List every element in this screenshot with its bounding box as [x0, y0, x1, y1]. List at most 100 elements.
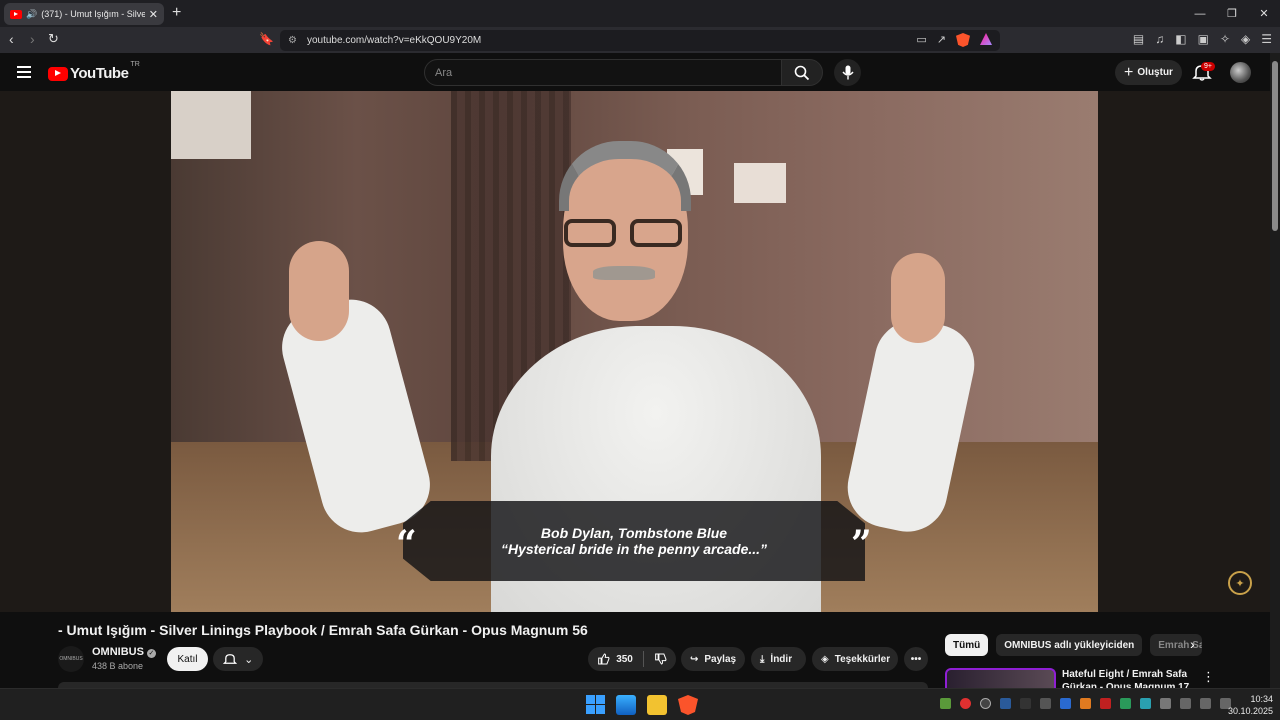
browser-toolbar: ‹ › ↻ 🔖 ⚙ youtube.com/watch?v=eKkQOU9Y20… — [0, 27, 1280, 53]
reload-button[interactable]: ↻ — [48, 31, 59, 47]
browser-tab[interactable]: 🔊 (371) - Umut Işığım - Silver L ✕ — [4, 3, 164, 25]
account-avatar[interactable] — [1230, 62, 1251, 83]
clock-date: 30.10.2025 — [1228, 706, 1274, 716]
thumbs-down-icon[interactable] — [654, 652, 667, 666]
search-input[interactable]: Ara — [424, 59, 782, 86]
tray-volume-icon[interactable] — [1200, 698, 1211, 709]
reader-mode-icon[interactable]: ▤ — [1133, 32, 1144, 46]
close-window-button[interactable]: ✕ — [1248, 0, 1280, 27]
chip-all[interactable]: Tümü — [945, 634, 989, 656]
share-arrow-icon: ↪ — [690, 653, 699, 665]
youtube-wordmark: YouTube — [70, 65, 129, 82]
window-controls: — ❐ ✕ — [1184, 0, 1280, 27]
youtube-header: YouTube TR Ara + Oluştur 9+ — [0, 53, 1270, 91]
share-icon[interactable]: ↗ — [937, 33, 946, 47]
thanks-icon: ◈ — [821, 653, 829, 665]
tray-antivirus-icon[interactable] — [1100, 698, 1111, 709]
channel-avatar[interactable]: OMNIBUS — [58, 646, 84, 672]
media-icon[interactable]: ♫ — [1155, 32, 1164, 46]
wallet-icon[interactable]: ▣ — [1198, 32, 1209, 46]
bell-icon — [222, 654, 237, 664]
chevron-right-icon[interactable]: › — [1190, 636, 1195, 652]
sidebar-icon[interactable]: ◧ — [1175, 32, 1186, 46]
video-player[interactable]: Bob Dylan, Tombstone Blue “Hysterical br… — [171, 91, 1098, 612]
close-quote-mark-icon: ” — [851, 523, 872, 565]
tray-nvidia-icon[interactable] — [940, 698, 951, 709]
brave-rewards-icon[interactable] — [980, 33, 992, 45]
person-right-fist — [891, 253, 945, 343]
subscriber-count: 438 B abone — [92, 661, 144, 671]
subscription-notifications-button[interactable]: ⌄ — [213, 647, 263, 671]
share-button[interactable]: ↪ Paylaş — [681, 647, 745, 671]
photos-app-icon[interactable] — [616, 695, 636, 715]
channel-name[interactable]: OMNIBUS ✓ — [92, 646, 156, 658]
quote-line-1: Bob Dylan, Tombstone Blue — [540, 525, 728, 541]
scrollbar-thumb[interactable] — [1272, 61, 1278, 231]
page-scrollbar[interactable] — [1270, 53, 1280, 688]
youtube-logo[interactable]: YouTube TR — [48, 61, 140, 82]
person-glasses — [564, 219, 686, 249]
url-text: youtube.com/watch?v=eKkQOU9Y20M — [306, 35, 482, 46]
system-tray — [940, 698, 1231, 709]
tray-steam-icon[interactable] — [1000, 698, 1011, 709]
bookmark-icon[interactable]: 🔖 — [259, 32, 274, 46]
related-filter-chips: Tümü OMNIBUS adlı yükleyiciden Emrah Saf… — [945, 634, 1203, 656]
brave-browser-icon[interactable] — [678, 695, 698, 715]
minimize-button[interactable]: — — [1184, 0, 1216, 27]
taskbar-clock[interactable]: 10:34 30.10.2025 — [1228, 693, 1273, 717]
tray-app-icon[interactable] — [1040, 698, 1051, 709]
download-label: İndir — [770, 653, 793, 665]
recommendation-menu-icon[interactable]: ⋮ — [1202, 669, 1215, 685]
restore-button[interactable]: ❐ — [1216, 0, 1248, 27]
tray-mic-icon[interactable] — [1160, 698, 1171, 709]
tray-orange-app-icon[interactable] — [1080, 698, 1091, 709]
tray-shield-icon[interactable] — [980, 698, 991, 709]
create-button[interactable]: + Oluştur — [1115, 60, 1182, 85]
channel-watermark-icon[interactable]: ✦ — [1228, 571, 1252, 595]
microphone-icon — [841, 65, 854, 80]
tray-network-icon[interactable] — [1180, 698, 1191, 709]
like-dislike-group: 350 — [588, 647, 676, 671]
thumbs-up-icon[interactable] — [597, 652, 610, 666]
site-info-icon[interactable]: ⚙ — [288, 35, 297, 46]
more-actions-button[interactable]: ••• — [904, 647, 928, 671]
voice-search-button[interactable] — [834, 59, 861, 86]
back-button[interactable]: ‹ — [9, 31, 14, 47]
windows-start-icon[interactable] — [586, 695, 605, 714]
close-tab-icon[interactable]: ✕ — [149, 8, 158, 21]
youtube-play-icon — [48, 66, 68, 81]
join-button[interactable]: Katıl — [167, 647, 208, 671]
recommendation-thumbnail[interactable] — [945, 668, 1056, 688]
brave-shield-icon[interactable] — [956, 33, 970, 47]
menu-icon[interactable]: ☰ — [1261, 32, 1272, 46]
create-label: Oluştur — [1137, 67, 1173, 78]
toolbar-right-icons: ▤ ♫ ◧ ▣ ✧ ◈ ☰ — [1133, 32, 1272, 46]
recommendation-title[interactable]: Hateful Eight / Emrah Safa Gürkan - Opus… — [1062, 668, 1192, 688]
tray-back-icon[interactable] — [1020, 698, 1031, 709]
address-bar[interactable]: ⚙ youtube.com/watch?v=eKkQOU9Y20M ▭ ↗ — [280, 30, 1000, 51]
tab-title: (371) - Umut Işığım - Silver L — [41, 9, 145, 19]
person-mustache — [593, 266, 655, 280]
tray-bluetooth-icon[interactable] — [1060, 698, 1071, 709]
clock-time: 10:34 — [1250, 694, 1274, 704]
tray-record-icon[interactable] — [960, 698, 971, 709]
chip-from-uploader[interactable]: OMNIBUS adlı yükleyiciden — [996, 634, 1143, 656]
video-title: - Umut Işığım - Silver Linings Playbook … — [58, 622, 588, 638]
leo-ai-icon[interactable]: ✧ — [1220, 32, 1230, 46]
thanks-button[interactable]: ◈ Teşekkürler — [812, 647, 898, 671]
tray-cloud-icon[interactable] — [1140, 698, 1151, 709]
file-explorer-icon[interactable] — [647, 695, 667, 715]
forward-button[interactable]: › — [30, 31, 35, 47]
new-tab-button[interactable]: + — [172, 4, 181, 22]
more-dots-icon: ••• — [910, 653, 922, 665]
like-count[interactable]: 350 — [616, 654, 633, 665]
video-player-area[interactable]: Bob Dylan, Tombstone Blue “Hysterical br… — [0, 91, 1270, 612]
speaker-icon[interactable]: 🔊 — [26, 9, 37, 20]
country-code: TR — [130, 61, 140, 68]
guide-menu-icon[interactable] — [17, 66, 31, 78]
search-button[interactable] — [781, 59, 823, 86]
vpn-icon[interactable]: ◈ — [1241, 32, 1250, 46]
download-button[interactable]: ⤓ İndir — [751, 647, 806, 671]
tray-green-app-icon[interactable] — [1120, 698, 1131, 709]
cast-icon[interactable]: ▭ — [916, 33, 926, 47]
